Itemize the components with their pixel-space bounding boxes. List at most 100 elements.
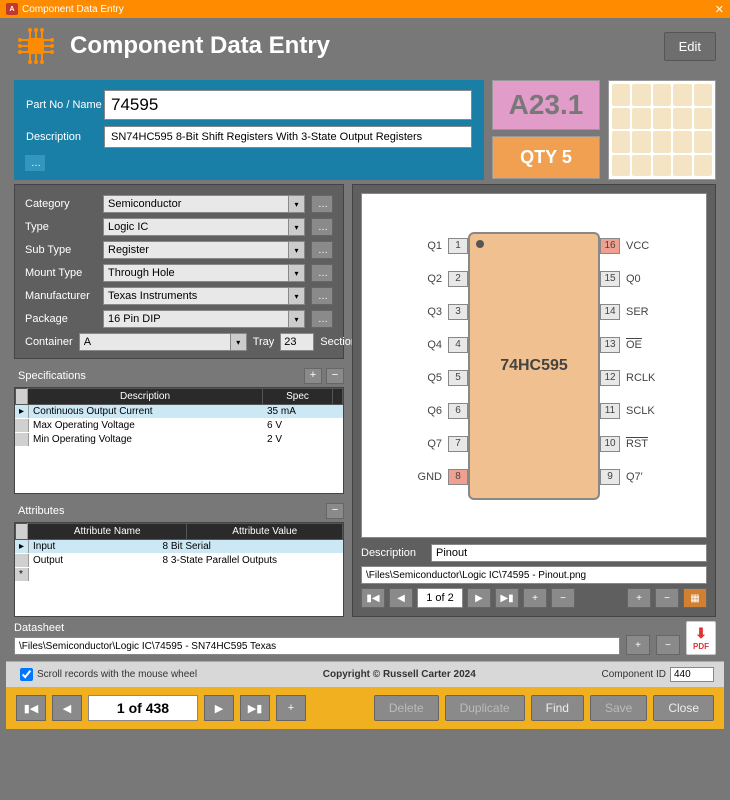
mfr-dropdown-button[interactable]: ▾ [289,287,305,305]
attr-remove-button[interactable]: − [326,503,344,519]
subtype-combo[interactable] [103,241,289,259]
image-last-button[interactable]: ▶▮ [495,588,519,608]
type-edit-button[interactable]: … [311,218,333,236]
pin-left-5: Q55 [394,370,468,386]
save-button[interactable]: Save [590,695,647,721]
pin-right-10: 10RST [600,436,674,452]
pdf-icon[interactable]: ⬇PDF [686,621,716,655]
record-display: 1 of 438 [88,695,198,721]
image-zoom-out-button[interactable]: − [655,588,679,608]
datasheet-add-button[interactable]: + [626,635,650,655]
type-dropdown-button[interactable]: ▾ [289,218,305,236]
image-page-display: 1 of 2 [417,588,463,608]
edit-button[interactable]: Edit [664,32,716,61]
mount-dropdown-button[interactable]: ▾ [289,264,305,282]
part-info-panel: Part No / Name Description … [14,80,484,180]
record-first-button[interactable]: ▮◀ [16,695,46,721]
image-del-button[interactable]: − [551,588,575,608]
partno-input[interactable] [104,90,472,120]
subtype-edit-button[interactable]: … [311,241,333,259]
specs-header: Specifications +− [14,365,344,387]
record-next-button[interactable]: ▶ [204,695,234,721]
mfr-edit-button[interactable]: … [311,287,333,305]
datasheet-del-button[interactable]: − [656,635,680,655]
image-desc-input[interactable] [431,544,707,562]
pin-right-14: 14SER [600,304,674,320]
chip-name: 74HC595 [470,357,598,375]
attrs-table[interactable]: Attribute NameAttribute Value ▸Input8 Bi… [14,522,344,617]
window-title: Component Data Entry [22,4,124,15]
pin-left-4: Q44 [394,337,468,353]
image-zoom-in-button[interactable]: + [627,588,651,608]
tray-label: Tray [253,336,275,348]
pin-left-3: Q33 [394,304,468,320]
attr-row[interactable]: Output8 3-State Parallel Outputs [15,554,343,568]
record-prev-button[interactable]: ◀ [52,695,82,721]
pin-left-7: Q77 [394,436,468,452]
image-panel: 74HC595 Q11Q22Q33Q44Q55Q66Q77GND816VCC15… [352,184,716,617]
mfr-combo[interactable] [103,287,289,305]
pkg-dropdown-button[interactable]: ▾ [289,310,305,328]
pin-right-15: 15Q0 [600,271,674,287]
image-add-button[interactable]: + [523,588,547,608]
datasheet-label: Datasheet [14,622,620,634]
image-next-button[interactable]: ▶ [467,588,491,608]
description-label: Description [26,131,104,143]
pkg-edit-button[interactable]: … [311,310,333,328]
page-title: Component Data Entry [70,32,664,60]
component-icon-palette[interactable] [608,80,716,180]
spec-row[interactable]: Min Operating Voltage2 V [15,433,343,447]
window-titlebar: A Component Data Entry ✕ [0,0,730,18]
mount-edit-button[interactable]: … [311,264,333,282]
subtype-label: Sub Type [25,244,97,256]
category-panel: Category▾… Type▾… Sub Type▾… Mount Type▾… [14,184,344,359]
spec-row[interactable]: ▸Continuous Output Current35 mA [15,405,343,419]
pin-left-6: Q66 [394,403,468,419]
component-id-field[interactable] [670,667,714,682]
category-combo[interactable] [103,195,289,213]
description-input[interactable] [104,126,472,148]
spec-row[interactable]: Max Operating Voltage6 V [15,419,343,433]
category-edit-button[interactable]: … [311,195,333,213]
record-new-button[interactable]: + [276,695,306,721]
close-button[interactable]: Close [653,695,714,721]
more-button[interactable]: … [24,154,46,172]
attr-row[interactable]: ▸Input8 Bit Serial [15,540,343,554]
image-open-button[interactable]: ▦ [683,588,707,608]
mfr-label: Manufacturer [25,290,97,302]
specs-table[interactable]: DescriptionSpec ▸Continuous Output Curre… [14,387,344,494]
type-combo[interactable] [103,218,289,236]
subtype-dropdown-button[interactable]: ▾ [289,241,305,259]
pin-left-2: Q22 [394,271,468,287]
find-button[interactable]: Find [531,695,584,721]
category-dropdown-button[interactable]: ▾ [289,195,305,213]
tray-input[interactable] [280,333,314,351]
category-label: Category [25,198,97,210]
spec-add-button[interactable]: + [304,368,322,384]
delete-button[interactable]: Delete [374,695,439,721]
window-close-button[interactable]: ✕ [715,3,724,16]
image-prev-button[interactable]: ◀ [389,588,413,608]
spec-remove-button[interactable]: − [326,368,344,384]
container-label: Container [25,336,73,348]
record-nav-bar: ▮◀ ◀ 1 of 438 ▶ ▶▮ + Delete Duplicate Fi… [6,687,724,729]
datasheet-path-input[interactable] [14,637,620,655]
chip-icon [14,24,58,68]
record-last-button[interactable]: ▶▮ [240,695,270,721]
copyright-text: Copyright © Russell Carter 2024 [197,669,601,680]
mount-combo[interactable] [103,264,289,282]
image-desc-label: Description [361,547,425,559]
container-combo[interactable] [79,333,231,351]
type-label: Type [25,221,97,233]
component-id-label: Component ID [602,669,666,680]
attrs-header: Attributes − [14,500,344,522]
image-first-button[interactable]: ▮◀ [361,588,385,608]
header: Component Data Entry Edit [0,18,730,74]
status-bar: Scroll records with the mouse wheel Copy… [6,661,724,687]
pkg-combo[interactable] [103,310,289,328]
pin-right-13: 13OE [600,337,674,353]
container-dropdown-button[interactable]: ▾ [231,333,247,351]
duplicate-button[interactable]: Duplicate [445,695,525,721]
scroll-checkbox[interactable] [20,668,33,681]
image-path-input[interactable] [361,566,707,584]
